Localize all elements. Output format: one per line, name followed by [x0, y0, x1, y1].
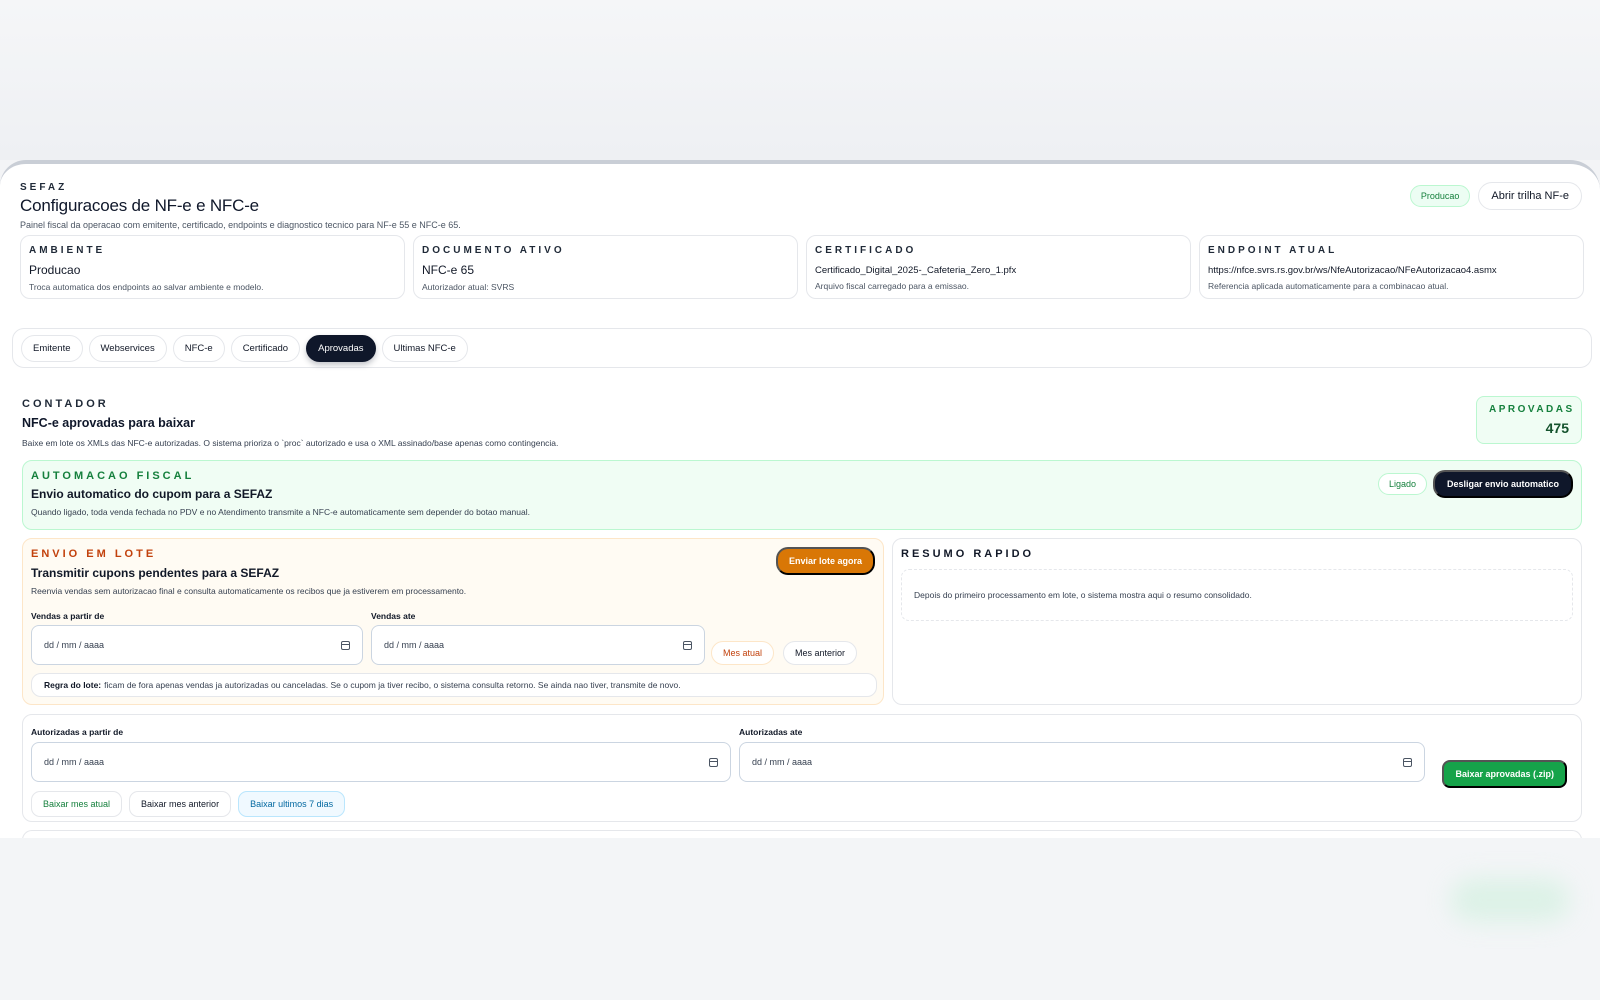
- card-description: Arquivo fiscal carregado para a emissao.: [815, 281, 970, 291]
- top-backdrop: [0, 0, 1600, 160]
- authorized-from-date-input[interactable]: dd / mm / aaaa: [31, 742, 731, 782]
- download-current-month-button[interactable]: Baixar mes atual: [31, 791, 123, 817]
- sales-to-date-input[interactable]: dd / mm / aaaa: [371, 625, 705, 665]
- environment-card: AMBIENTE Producao Troca automatica dos e…: [20, 235, 405, 299]
- batch-title: Transmitir cupons pendentes para a SEFAZ: [31, 566, 280, 580]
- tab-nfce[interactable]: NFC-e: [172, 334, 225, 362]
- card-value: Certificado_Digital_2025-_Cafeteria_Zero…: [815, 265, 1017, 276]
- date-placeholder: dd / mm / aaaa: [384, 640, 445, 650]
- section-description: Baixe em lote os XMLs das NFC-e autoriza…: [22, 438, 559, 448]
- summary-cards: AMBIENTE Producao Troca automatica dos e…: [20, 235, 1584, 299]
- download-approved-zip-button[interactable]: Baixar aprovadas (.zip): [1442, 760, 1567, 788]
- automation-actions: Ligado Desligar envio automatico: [1377, 470, 1573, 498]
- download-previous-month-button[interactable]: Baixar mes anterior: [129, 791, 232, 817]
- approved-download-panel: Autorizadas a partir de Autorizadas ate …: [22, 714, 1582, 822]
- card-description: Autorizador atual: SVRS: [422, 282, 515, 292]
- tab-webservices[interactable]: Webservices: [88, 334, 167, 362]
- page-title: Configuracoes de NF-e e NFC-e: [20, 196, 259, 215]
- page-subtitle: Painel fiscal da operacao com emitente, …: [20, 220, 461, 230]
- batch-rule-label: Regra do lote:: [44, 680, 102, 690]
- automation-eyebrow: AUTOMACAO FISCAL: [31, 470, 195, 482]
- approved-section-header: CONTADOR NFC-e aprovadas para baixar Bai…: [22, 398, 1582, 448]
- automation-description: Quando ligado, toda venda fechada no PDV…: [31, 507, 530, 517]
- card-label: AMBIENTE: [29, 245, 106, 256]
- header-actions: Producao Abrir trilha NF-e: [1409, 182, 1582, 210]
- disable-auto-send-button[interactable]: Desligar envio automatico: [1432, 470, 1573, 498]
- section-eyebrow: CONTADOR: [22, 398, 109, 410]
- card-description: Troca automatica dos endpoints ao salvar…: [29, 282, 264, 292]
- current-month-button[interactable]: Mes atual: [711, 641, 775, 665]
- card-value: https://nfce.svrs.rs.gov.br/ws/NfeAutori…: [1208, 265, 1497, 276]
- card-value: NFC-e 65: [422, 263, 475, 277]
- card-label: ENDPOINT ATUAL: [1208, 245, 1338, 256]
- batch-send-panel: ENVIO EM LOTE Transmitir cupons pendente…: [22, 538, 884, 705]
- download-shortcuts: Baixar mes atual Baixar mes anterior Bai…: [31, 791, 346, 817]
- date-placeholder: dd / mm / aaaa: [44, 757, 105, 767]
- previous-month-button[interactable]: Mes anterior: [783, 641, 858, 665]
- page-header: SEFAZ Configuracoes de NF-e e NFC-e Pain…: [20, 182, 1580, 230]
- date-placeholder: dd / mm / aaaa: [752, 757, 813, 767]
- card-description: Referencia aplicada automaticamente para…: [1208, 281, 1449, 291]
- environment-badge: Producao: [1409, 185, 1471, 207]
- batch-description: Reenvia vendas sem autorizacao final e c…: [31, 586, 467, 596]
- card-label: CERTIFICADO: [815, 245, 917, 256]
- endpoint-card: ENDPOINT ATUAL https://nfce.svrs.rs.gov.…: [1199, 235, 1584, 299]
- tab-certificado[interactable]: Certificado: [230, 334, 301, 362]
- authorized-to-date-input[interactable]: dd / mm / aaaa: [739, 742, 1425, 782]
- certificate-card: CERTIFICADO Certificado_Digital_2025-_Ca…: [806, 235, 1191, 299]
- authorized-from-label: Autorizadas a partir de: [31, 727, 124, 737]
- send-batch-button[interactable]: Enviar lote agora: [775, 547, 875, 575]
- settings-panel: SEFAZ Configuracoes de NF-e e NFC-e Pain…: [0, 160, 1600, 838]
- card-value: Producao: [29, 263, 81, 277]
- automation-status-badge: Ligado: [1377, 473, 1427, 495]
- calendar-icon[interactable]: [1403, 757, 1412, 767]
- batch-rule-note: Regra do lote: ficam de fora apenas vend…: [31, 673, 877, 697]
- sales-from-label: Vendas a partir de: [31, 611, 105, 621]
- tab-emitente[interactable]: Emitente: [21, 334, 83, 362]
- section-title: NFC-e aprovadas para baixar: [22, 416, 195, 430]
- batch-rule-text: ficam de fora apenas vendas ja autorizad…: [104, 680, 681, 690]
- calendar-icon[interactable]: [683, 640, 692, 650]
- card-label: DOCUMENTO ATIVO: [422, 245, 565, 256]
- settings-tabs: Emitente Webservices NFC-e Certificado A…: [12, 328, 1592, 368]
- approved-counter-label: APROVADAS: [1489, 404, 1575, 415]
- automation-title: Envio automatico do cupom para a SEFAZ: [31, 487, 273, 501]
- summary-placeholder: Depois do primeiro processamento em lote…: [901, 569, 1573, 621]
- approved-counter-value: 475: [1545, 420, 1569, 436]
- next-section-edge: [22, 830, 1582, 838]
- bottom-backdrop: [0, 838, 1600, 1000]
- tab-aprovadas[interactable]: Aprovadas: [306, 334, 376, 362]
- batch-eyebrow: ENVIO EM LOTE: [31, 548, 157, 560]
- open-nfe-trail-button[interactable]: Abrir trilha NF-e: [1478, 182, 1582, 210]
- authorized-to-label: Autorizadas ate: [739, 727, 803, 737]
- sales-from-date-input[interactable]: dd / mm / aaaa: [31, 625, 363, 665]
- date-placeholder: dd / mm / aaaa: [44, 640, 105, 650]
- active-document-card: DOCUMENTO ATIVO NFC-e 65 Autorizador atu…: [413, 235, 798, 299]
- sales-to-label: Vendas ate: [371, 611, 416, 621]
- decorative-glow: [1450, 878, 1570, 922]
- page-eyebrow: SEFAZ: [20, 182, 68, 193]
- tab-ultimas-nfce[interactable]: Ultimas NFC-e: [381, 334, 468, 362]
- approved-counter: APROVADAS 475: [1476, 396, 1582, 444]
- calendar-icon[interactable]: [709, 757, 718, 767]
- calendar-icon[interactable]: [341, 640, 350, 650]
- fiscal-automation-panel: AUTOMACAO FISCAL Envio automatico do cup…: [22, 460, 1582, 530]
- quick-summary-panel: RESUMO RAPIDO Depois do primeiro process…: [892, 538, 1582, 705]
- summary-eyebrow: RESUMO RAPIDO: [901, 548, 1035, 560]
- download-last-7-days-button[interactable]: Baixar ultimos 7 dias: [238, 791, 346, 817]
